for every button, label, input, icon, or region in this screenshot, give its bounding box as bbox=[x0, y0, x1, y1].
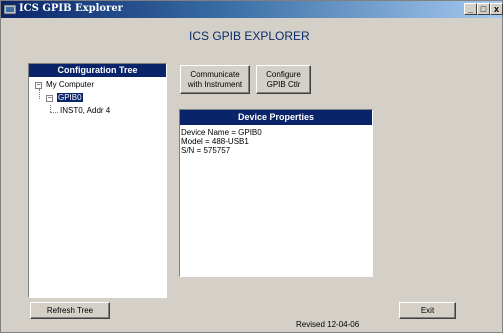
tree-connector bbox=[50, 105, 51, 112]
exit-button[interactable]: Exit bbox=[399, 302, 456, 319]
device-properties-header: Device Properties bbox=[180, 110, 372, 125]
expand-toggle-gpib0[interactable]: − bbox=[46, 95, 53, 102]
device-properties-list: Device Name = GPIB0 Model = 488-USB1 S/N… bbox=[180, 125, 372, 155]
tree-connector bbox=[39, 89, 40, 99]
tree-node-gpib0-label: GPIB0 bbox=[57, 93, 83, 102]
app-heading: ICS GPIB EXPLORER bbox=[189, 29, 310, 43]
configure-gpib-button[interactable]: Configure GPIB Ctlr bbox=[256, 65, 311, 94]
app-window: ICS GPIB Explorer _ □ x ICS GPIB EXPLORE… bbox=[0, 0, 503, 333]
communicate-button[interactable]: Communicate with Instrument bbox=[180, 65, 250, 94]
close-button[interactable]: x bbox=[490, 3, 503, 15]
maximize-button[interactable]: □ bbox=[477, 3, 490, 15]
tree-node-gpib0[interactable]: GPIB0 bbox=[57, 93, 83, 102]
property-serial-number: S/N = 575757 bbox=[181, 146, 231, 155]
property-device-name: Device Name = GPIB0 bbox=[181, 128, 262, 137]
device-properties-panel: Device Properties Device Name = GPIB0 Mo… bbox=[179, 109, 373, 277]
property-model: Model = 488-USB1 bbox=[181, 137, 249, 146]
tree-connector bbox=[50, 112, 58, 113]
minimize-button[interactable]: _ bbox=[464, 3, 477, 15]
expand-toggle-my-computer[interactable]: − bbox=[35, 82, 42, 89]
tree-node-my-computer[interactable]: My Computer bbox=[46, 80, 94, 89]
app-icon bbox=[4, 4, 16, 15]
title-bar[interactable]: ICS GPIB Explorer _ □ x bbox=[1, 1, 503, 18]
window-title: ICS GPIB Explorer bbox=[19, 3, 123, 14]
configuration-tree-header: Configuration Tree bbox=[29, 64, 166, 77]
revision-label: Revised 12-04-06 bbox=[296, 320, 360, 329]
refresh-tree-button[interactable]: Refresh Tree bbox=[30, 302, 110, 319]
tree-node-inst0[interactable]: INST0, Addr 4 bbox=[60, 106, 110, 115]
configuration-tree: Configuration Tree − My Computer − GPIB0… bbox=[28, 63, 167, 298]
